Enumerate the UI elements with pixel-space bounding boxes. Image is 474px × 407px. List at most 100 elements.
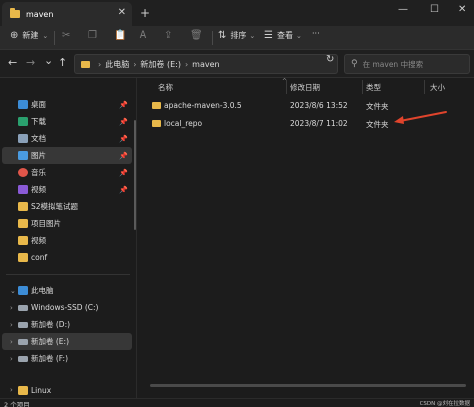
sort-button[interactable]: ⇅ 排序 ⌄ <box>218 30 255 41</box>
delete-icon[interactable]: 🗑 <box>190 30 203 41</box>
desktop-icon <box>18 100 28 109</box>
sidebar-item-label: 新加卷 (D:) <box>31 320 71 329</box>
sidebar-item-video-folder[interactable]: 视频 <box>2 232 132 249</box>
new-button[interactable]: ⊕ 新建 ⌄ <box>10 30 48 41</box>
chevron-right-icon: › <box>184 59 189 69</box>
column-header-type[interactable]: 类型 <box>366 82 381 93</box>
sidebar-item-videos[interactable]: 视频 📌 <box>2 181 132 198</box>
document-icon <box>18 134 28 143</box>
sidebar-item-this-pc[interactable]: ⌄ 此电脑 <box>2 282 132 299</box>
pin-icon[interactable]: 📌 <box>119 101 128 109</box>
sidebar-item-label: Linux <box>31 385 52 395</box>
column-divider[interactable] <box>424 80 425 94</box>
refresh-button[interactable]: ↻ <box>326 54 334 65</box>
new-tab-button[interactable]: + <box>140 6 150 20</box>
address-bar[interactable]: › 此电脑 › 新加卷 (E:) › maven <box>74 54 338 74</box>
navigation-pane: 桌面 📌 下载 📌 文档 📌 图片 📌 音乐 📌 视频 📌 S2模拟笔试题 项目… <box>0 78 136 398</box>
column-header-date[interactable]: 修改日期 <box>290 82 320 93</box>
sidebar-item-drive-e[interactable]: › 新加卷 (E:) <box>2 333 132 350</box>
column-header-size[interactable]: 大小 <box>430 82 445 93</box>
sidebar-item-s2-exam[interactable]: S2模拟笔试题 <box>2 198 132 215</box>
copy-icon[interactable]: ❐ <box>88 30 97 41</box>
sidebar-item-drive-d[interactable]: › 新加卷 (D:) <box>2 316 132 333</box>
sidebar-item-pictures[interactable]: 图片 📌 <box>2 147 132 164</box>
sidebar-item-downloads[interactable]: 下载 📌 <box>2 113 132 130</box>
column-header-name[interactable]: 名称 <box>158 82 173 93</box>
annotation-arrow-icon <box>394 111 447 124</box>
search-icon: ⚲ <box>351 59 358 69</box>
sidebar-item-label: 此电脑 <box>31 286 54 295</box>
drive-icon <box>18 338 28 345</box>
sidebar-item-drive-c[interactable]: › Windows-SSD (C:) <box>2 299 132 316</box>
share-icon[interactable]: ⇪ <box>164 30 172 41</box>
chevron-right-icon[interactable]: › <box>10 355 13 363</box>
chevron-right-icon: › <box>133 59 137 69</box>
sidebar-item-label: 新加卷 (E:) <box>31 337 70 346</box>
column-divider[interactable] <box>286 80 287 94</box>
sidebar-item-label: 项目图片 <box>31 219 61 228</box>
pin-icon[interactable]: 📌 <box>119 152 128 160</box>
pane-splitter[interactable] <box>136 78 137 398</box>
breadcrumb-this-pc[interactable]: 此电脑 <box>105 59 129 70</box>
file-name: local_repo <box>164 119 203 128</box>
column-divider[interactable] <box>362 80 363 94</box>
pin-icon[interactable]: 📌 <box>119 186 128 194</box>
sidebar-item-documents[interactable]: 文档 📌 <box>2 130 132 147</box>
horizontal-scrollbar[interactable] <box>150 384 466 387</box>
sidebar-item-linux[interactable]: › Linux <box>2 384 132 396</box>
drive-icon <box>18 355 28 362</box>
toolbar-divider <box>54 31 55 45</box>
forward-button[interactable]: → <box>26 56 35 69</box>
chevron-right-icon[interactable]: › <box>10 321 13 329</box>
status-bar: 2 个项目 CSDN @刘在拉数据 <box>0 398 474 407</box>
video-icon <box>18 185 28 194</box>
search-input[interactable]: ⚲ 在 maven 中搜索 <box>344 54 470 74</box>
minimize-button[interactable]: — <box>398 4 408 15</box>
more-options-button[interactable]: ··· <box>312 29 320 38</box>
file-date: 2023/8/6 13:52 <box>290 101 348 110</box>
sidebar-item-label: Windows-SSD (C:) <box>31 303 99 312</box>
sidebar-item-music[interactable]: 音乐 📌 <box>2 164 132 181</box>
folder-icon <box>18 219 28 228</box>
music-icon <box>18 168 28 177</box>
sort-label: 排序 <box>230 31 247 40</box>
close-window-button[interactable]: ✕ <box>458 4 466 15</box>
rename-icon[interactable]: Ꭺ <box>140 30 147 41</box>
file-type: 文件夹 <box>366 102 389 111</box>
paste-icon[interactable]: 📋 <box>114 30 126 41</box>
drive-icon <box>18 304 28 311</box>
maximize-button[interactable]: ☐ <box>430 4 439 15</box>
cut-icon[interactable]: ✂ <box>62 30 70 41</box>
recent-dropdown-button[interactable]: ⌄ <box>44 54 53 67</box>
breadcrumb-drive-e[interactable]: 新加卷 (E:) <box>140 59 181 70</box>
view-button[interactable]: ☰ 查看 ⌄ <box>264 30 302 41</box>
chevron-right-icon[interactable]: › <box>10 386 13 394</box>
sidebar-item-drive-f[interactable]: › 新加卷 (F:) <box>2 350 132 367</box>
tab-close-icon[interactable]: ✕ <box>118 7 126 18</box>
pin-icon[interactable]: 📌 <box>119 135 128 143</box>
tab-maven[interactable]: maven ✕ <box>2 2 132 26</box>
chevron-down-icon[interactable]: ⌄ <box>10 287 16 295</box>
sidebar-item-desktop[interactable]: 桌面 📌 <box>2 96 132 113</box>
chevron-right-icon[interactable]: › <box>10 304 13 312</box>
breadcrumb-maven[interactable]: maven <box>192 60 219 69</box>
pin-icon[interactable]: 📌 <box>119 169 128 177</box>
file-date: 2023/8/7 11:02 <box>290 119 348 128</box>
pin-icon[interactable]: 📌 <box>119 118 128 126</box>
folder-icon <box>18 236 28 245</box>
sidebar-item-label: 图片 <box>31 151 46 160</box>
folder-icon <box>18 202 28 211</box>
folder-icon <box>10 8 20 18</box>
sidebar-item-project-images[interactable]: 项目图片 <box>2 215 132 232</box>
linux-icon <box>18 385 28 395</box>
item-count: 2 个项目 <box>4 401 30 407</box>
back-button[interactable]: ← <box>8 56 17 69</box>
file-list: ^ 名称 修改日期 类型 大小 apache-maven-3.0.5 2023/… <box>138 78 474 398</box>
sidebar-item-conf[interactable]: conf <box>2 249 132 266</box>
chevron-right-icon[interactable]: › <box>10 338 13 346</box>
up-button[interactable]: ↑ <box>58 56 67 69</box>
sidebar-item-label: 下载 <box>31 117 46 126</box>
file-type: 文件夹 <box>366 120 389 129</box>
sidebar-divider <box>6 274 130 275</box>
new-label: 新建 <box>22 31 39 40</box>
